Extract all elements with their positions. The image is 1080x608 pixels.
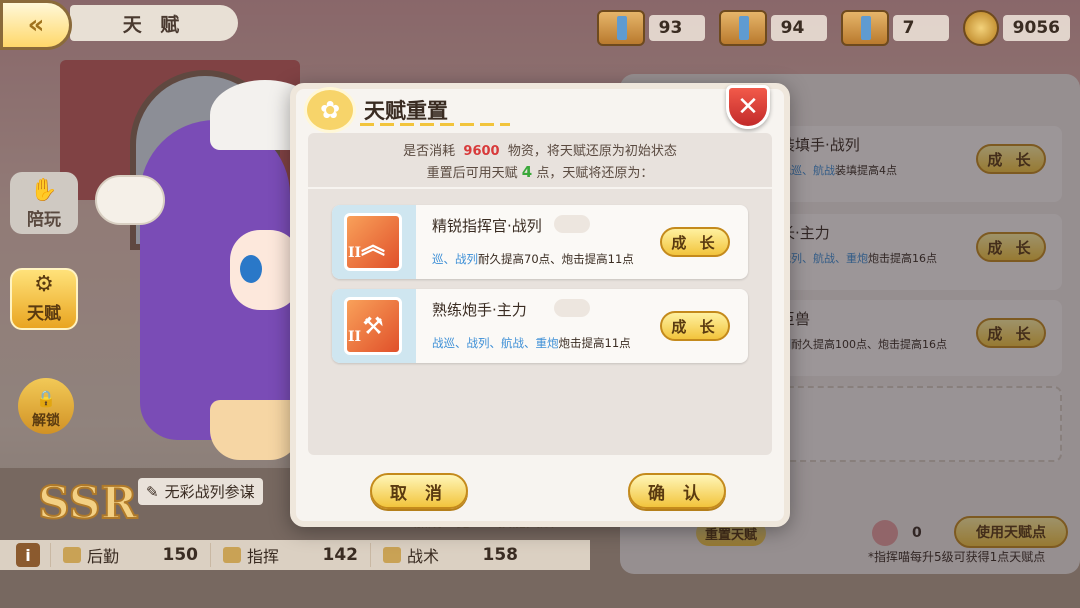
resource-item: 93 <box>596 10 705 46</box>
stat-label: 战术 <box>407 547 440 566</box>
character-name-tag[interactable]: ✎ 无彩战列参谋 <box>138 478 263 505</box>
resource-value: 9056 <box>1002 15 1070 41</box>
resource-bar: 93 94 7 9056 <box>596 10 1070 46</box>
resource-item: 94 <box>718 10 827 46</box>
message-line-1: 是否消耗 9600 物资，将天赋还原为初始状态 <box>403 144 677 159</box>
side-menu-peiwan[interactable]: ✋ 陪玩 <box>10 172 78 234</box>
resource-value: 93 <box>648 15 705 41</box>
lock-icon: 🔒 <box>36 389 56 408</box>
stat-label: 后勤 <box>87 547 120 566</box>
back-button[interactable]: « <box>0 0 72 50</box>
stat-tactics: 战术 158 <box>370 543 530 567</box>
double-chevron-left-icon: « <box>27 10 45 40</box>
character-name: 无彩战列参谋 <box>164 483 255 501</box>
stat-logistics: 后勤 150 <box>50 543 210 567</box>
talent-rank: II <box>348 329 362 345</box>
box-icon <box>63 547 81 563</box>
paw-dots-icon <box>554 215 590 233</box>
double-chevron-up-icon: ︽ <box>344 213 402 271</box>
talent-name: 精锐指挥官·战列 <box>432 217 542 235</box>
character-portrait <box>95 80 320 460</box>
close-x-icon: ✕ <box>737 92 759 122</box>
cannon-icon: ⚒ <box>344 297 402 355</box>
paw-gear-icon: ✿ <box>304 87 356 133</box>
talent-desc: 战巡、战列、航战、重炮炮击提高11点 <box>432 336 631 350</box>
coin-icon <box>962 10 999 46</box>
side-menu-tianfu[interactable]: ⚙ 天赋 <box>10 268 78 330</box>
grow-button[interactable]: 成 长 <box>660 227 730 257</box>
side-menu-label: 解锁 <box>32 413 60 429</box>
flag-icon <box>223 547 241 563</box>
title-underline <box>360 123 510 126</box>
side-menu-jiesuo[interactable]: 🔒 解锁 <box>18 378 74 434</box>
page-title: 天 赋 <box>70 5 238 41</box>
talent-rank: II <box>348 245 362 261</box>
dialog-body: 是否消耗 9600 物资，将天赋还原为初始状态 重置后可用天赋 4 点，天赋将还… <box>308 133 772 455</box>
dialog-message: 是否消耗 9600 物资，将天赋还原为初始状态 重置后可用天赋 4 点，天赋将还… <box>308 141 772 184</box>
dialog-header: ✿ 天赋重置 ✕ <box>296 85 784 133</box>
resource-item: 7 <box>840 10 949 46</box>
info-icon[interactable]: i <box>16 543 40 567</box>
stat-value: 158 <box>482 545 519 565</box>
rarity-badge: SSR <box>37 477 138 530</box>
side-menu-label: 陪玩 <box>27 210 61 230</box>
box-icon <box>718 10 767 46</box>
points-value: 4 <box>521 163 533 181</box>
side-menu-label: 天赋 <box>27 304 61 324</box>
pencil-icon: ✎ <box>146 482 159 501</box>
dialog-title: 天赋重置 <box>364 99 448 123</box>
stat-value: 142 <box>322 545 359 565</box>
teapot <box>95 175 165 225</box>
resource-item: 9056 <box>962 10 1070 46</box>
resource-value: 7 <box>892 15 949 41</box>
character-eye <box>240 255 262 283</box>
cost-value: 9600 <box>463 144 500 159</box>
stat-value: 150 <box>162 545 199 565</box>
talent-desc: 巡、战列耐久提高70点、炮击提高11点 <box>432 252 634 266</box>
cat-paw-icon: ✋ <box>30 178 58 203</box>
cake <box>210 400 300 460</box>
book-icon <box>383 547 401 563</box>
cancel-button[interactable]: 取 消 <box>370 473 468 509</box>
confirm-button[interactable]: 确 认 <box>628 473 726 509</box>
message-line-2: 重置后可用天赋 4 点，天赋将还原为： <box>426 163 654 181</box>
paw-dots-icon <box>554 299 590 317</box>
stats-bar: i 后勤 150 指挥 142 战术 158 <box>0 540 590 570</box>
stat-command: 指挥 142 <box>210 543 370 567</box>
stat-label: 指挥 <box>247 547 280 566</box>
divider <box>308 187 772 189</box>
talent-card: ⚒ II 熟练炮手·主力 战巡、战列、航战、重炮炮击提高11点 成 长 <box>332 289 748 363</box>
talent-card: ︽ II 精锐指挥官·战列 巡、战列耐久提高70点、炮击提高11点 成 长 <box>332 205 748 279</box>
reset-talent-dialog: ✿ 天赋重置 ✕ 是否消耗 9600 物资，将天赋还原为初始状态 重置后可用天赋… <box>290 83 790 527</box>
gear-paw-icon: ⚙ <box>34 272 54 297</box>
box-icon <box>596 10 645 46</box>
resource-value: 94 <box>770 15 827 41</box>
close-button[interactable]: ✕ <box>726 85 770 129</box>
grow-button[interactable]: 成 长 <box>660 311 730 341</box>
talent-name: 熟练炮手·主力 <box>432 301 527 319</box>
box-with-hat-icon <box>840 10 889 46</box>
